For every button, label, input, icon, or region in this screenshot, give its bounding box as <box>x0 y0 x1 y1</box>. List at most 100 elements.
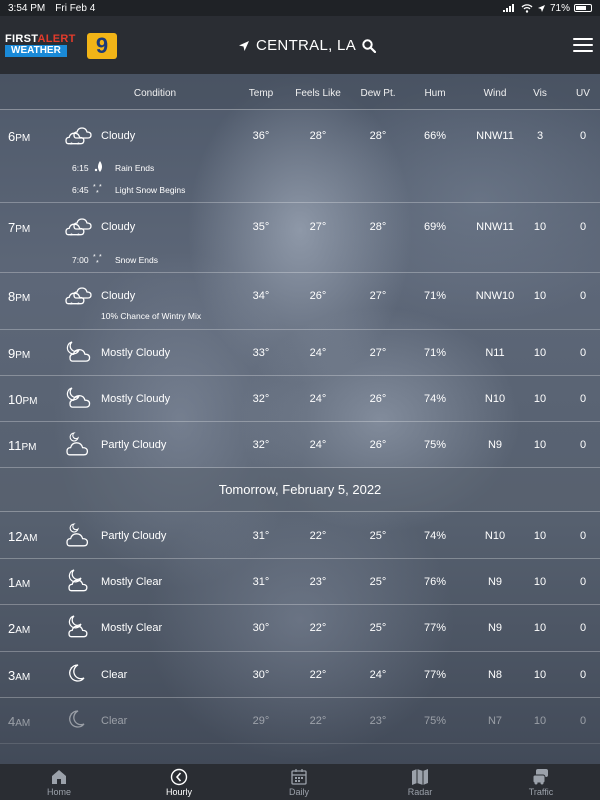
tab-label: Hourly <box>165 787 192 797</box>
first-alert-weather-logo[interactable]: FIRSTALERT WEATHER 9 <box>5 33 117 59</box>
hour-ampm: AM <box>15 672 31 683</box>
app-header: FIRSTALERT WEATHER 9 CENTRAL, LA <box>0 16 600 74</box>
tab-hourly[interactable]: Hourly <box>139 764 219 800</box>
cell-uv: 0 <box>579 290 587 302</box>
hour-ampm: PM <box>15 133 31 144</box>
cell-uv: 0 <box>579 347 587 359</box>
clear-night-icon: · · <box>64 661 94 687</box>
hourly-row[interactable]: 11PM Partly Cloudy 32° 24° 26° 75% N9 10 0 <box>0 422 600 468</box>
snowflake-icon: * * * <box>93 182 107 197</box>
svg-text:*: * <box>96 260 99 266</box>
hour-label: 6PM <box>8 129 30 144</box>
hourly-row[interactable]: 7PM * * Cloudy 35° 27° 28° 69% NNW11 10 0 7:00 * * * Sn… <box>0 203 600 273</box>
hourly-row[interactable]: 12AM Partly Cloudy 31° 22° 25° 74% N10 10 0 <box>0 513 600 559</box>
cell-vis: 10 <box>533 669 547 681</box>
mostly-clear-night-icon <box>64 568 94 594</box>
hourly-icon <box>170 768 188 786</box>
mostly-cloudy-night-icon <box>64 339 94 365</box>
hourly-row[interactable]: 8PM * * Cloudy 34° 26° 27° 71% NNW10 10 0 10% Chanc… <box>0 273 600 330</box>
event-text: Rain Ends <box>115 163 155 173</box>
cell-feels: 22° <box>309 669 327 681</box>
tab-traffic[interactable]: Traffic <box>501 764 581 800</box>
mostly-clear-night-icon <box>64 614 94 640</box>
hourly-row[interactable]: 3AM · · Clear 30° 22° 24° 77% N8 10 0 <box>0 652 600 698</box>
cell-hum: 75% <box>423 715 447 727</box>
cell-vis: 10 <box>533 290 547 302</box>
hour-number: 10 <box>8 392 23 407</box>
rain-drop-icon <box>93 160 107 174</box>
tab-daily[interactable]: Daily <box>259 764 339 800</box>
svg-text:·: · <box>70 711 72 717</box>
cloudy-snow-icon: * * <box>64 122 94 149</box>
condition-text: Mostly Cloudy <box>101 393 171 405</box>
cell-temp: 33° <box>252 347 270 359</box>
condition-text: Partly Cloudy <box>101 439 167 451</box>
cell-feels: 22° <box>309 622 327 634</box>
hour-ampm: PM <box>15 350 31 361</box>
hamburger-menu-icon[interactable] <box>573 38 593 54</box>
cell-hum: 75% <box>423 439 447 451</box>
hourly-row[interactable]: 9PM Mostly Cloudy 33° 24° 27° 71% N11 10 0 <box>0 330 600 376</box>
hour-label: 8PM <box>8 289 30 304</box>
cell-temp: 30° <box>252 669 270 681</box>
cell-vis: 10 <box>533 715 547 727</box>
cell-uv: 0 <box>579 576 587 588</box>
hourly-row[interactable]: 6PM * * Cloudy 36° 28° 28° 66% NNW11 3 0 6:15 Rain E… <box>0 110 600 203</box>
location-name: CENTRAL, LA <box>256 37 356 54</box>
cloudy-snow-icon: * * <box>64 213 94 240</box>
cell-wind: N7 <box>487 715 503 727</box>
cell-feels: 22° <box>309 715 327 727</box>
logo-first-text: FIRST <box>5 33 38 45</box>
cell-wind: NNW10 <box>475 290 515 302</box>
location-selector[interactable]: CENTRAL, LA <box>238 37 376 54</box>
cell-vis: 10 <box>533 221 547 233</box>
hour-ampm: PM <box>15 293 31 304</box>
cell-hum: 76% <box>423 576 447 588</box>
condition-text: Clear <box>101 715 128 727</box>
condition-text: Cloudy <box>101 130 136 142</box>
hourly-row[interactable]: 10PM Mostly Cloudy 32° 24° 26° 74% N10 10 0 <box>0 376 600 422</box>
hourly-row[interactable]: 4AM · · Clear 29° 22° 23° 75% N7 10 0 <box>0 698 600 744</box>
hourly-row[interactable]: 1AM Mostly Clear 31° 23° 25° 76% N9 10 0 <box>0 559 600 605</box>
cell-temp: 31° <box>252 576 270 588</box>
hour-ampm: PM <box>22 396 38 407</box>
cell-wind: N10 <box>484 393 506 405</box>
cell-uv: 0 <box>579 530 587 542</box>
hour-ampm: AM <box>22 533 38 544</box>
cell-hum: 74% <box>423 530 447 542</box>
tab-home[interactable]: Home <box>19 764 99 800</box>
bottom-tab-bar: Home Hourly Daily Radar Traffic <box>0 764 600 800</box>
hourly-row[interactable]: 2AM Mostly Clear 30° 22° 25° 77% N9 10 0 <box>0 605 600 652</box>
location-arrow-icon <box>239 40 249 51</box>
cell-hum: 69% <box>423 221 447 233</box>
cell-vis: 10 <box>533 622 547 634</box>
event-time: 6:15 <box>72 163 89 173</box>
cell-feels: 22° <box>309 530 327 542</box>
col-dew-pt: Dew Pt. <box>360 88 396 99</box>
cell-dew: 28° <box>369 221 387 233</box>
cell-uv: 0 <box>579 439 587 451</box>
hour-label: 2AM <box>8 621 30 636</box>
cell-feels: 24° <box>309 393 327 405</box>
tab-radar[interactable]: Radar <box>380 764 460 800</box>
condition-text: Mostly Clear <box>101 622 163 634</box>
event-text: Snow Ends <box>115 255 158 265</box>
wifi-icon <box>521 3 533 13</box>
cell-feels: 24° <box>309 347 327 359</box>
cell-vis: 10 <box>533 347 547 359</box>
cell-dew: 28° <box>369 130 387 142</box>
event-text: 10% Chance of Wintry Mix <box>101 311 202 321</box>
search-icon[interactable] <box>362 38 376 53</box>
col-condition: Condition <box>133 88 177 99</box>
status-time: 3:54 PM <box>8 2 46 14</box>
cell-vis: 3 <box>536 130 544 142</box>
cell-hum: 77% <box>423 622 447 634</box>
cloudy-snow-icon: * * <box>64 282 94 309</box>
cell-uv: 0 <box>579 130 587 142</box>
cell-dew: 26° <box>369 393 387 405</box>
clear-night-icon: · · <box>64 707 94 733</box>
hour-ampm: PM <box>21 442 37 453</box>
condition-text: Clear <box>101 669 128 681</box>
cell-vis: 10 <box>533 576 547 588</box>
cell-wind: NNW11 <box>476 130 514 142</box>
